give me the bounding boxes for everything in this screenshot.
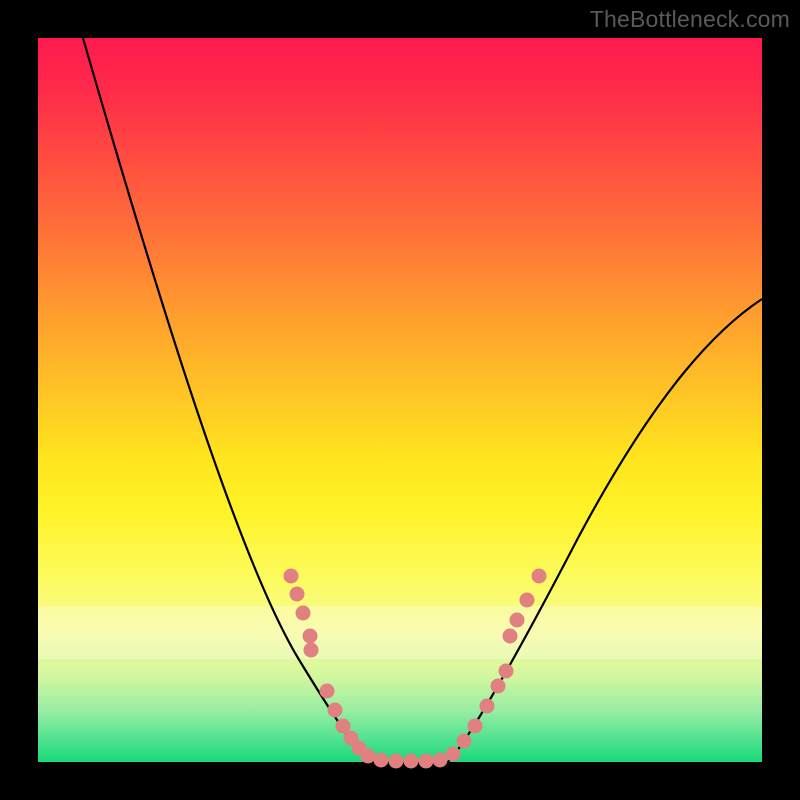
marker-point (480, 699, 495, 714)
marker-point (389, 754, 404, 769)
marker-point (520, 593, 535, 608)
marker-point (304, 643, 319, 658)
left-curve (83, 38, 370, 762)
marker-point (468, 719, 483, 734)
marker-point (446, 747, 461, 762)
marker-point (419, 754, 434, 769)
marker-point (433, 753, 448, 768)
marker-point (374, 753, 389, 768)
plot-area (38, 38, 762, 762)
marker-point (499, 664, 514, 679)
marker-point (303, 629, 318, 644)
marker-group (284, 569, 547, 769)
marker-point (532, 569, 547, 584)
marker-point (510, 613, 525, 628)
marker-point (503, 629, 518, 644)
marker-point (404, 754, 419, 769)
brand-label: TheBottleneck.com (590, 6, 790, 33)
marker-point (457, 734, 472, 749)
curve-layer (38, 38, 762, 762)
marker-point (328, 703, 343, 718)
marker-point (491, 679, 506, 694)
marker-point (320, 684, 335, 699)
chart-frame: TheBottleneck.com (0, 0, 800, 800)
marker-point (361, 749, 376, 764)
marker-point (290, 587, 305, 602)
marker-point (284, 569, 299, 584)
marker-point (296, 606, 311, 621)
